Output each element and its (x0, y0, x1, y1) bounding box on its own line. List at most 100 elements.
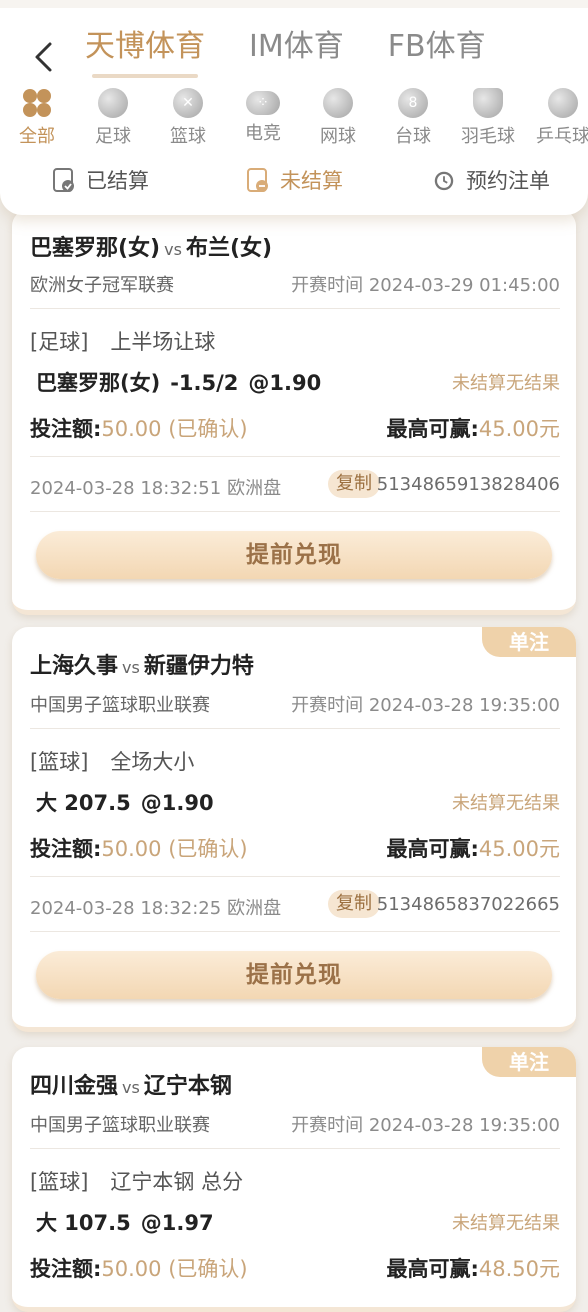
sport-label: 台球 (395, 126, 431, 147)
filter-unsettled[interactable]: 未结算 (246, 160, 343, 200)
stake: 投注额:50.00 (已确认) (30, 1253, 248, 1283)
away-team: 布兰(女) (185, 236, 273, 261)
max-win-label: 最高可赢: (386, 837, 479, 861)
pick-odds: @1.90 (140, 791, 214, 815)
settlement-filters: 已结算 未结算 预约注单 (0, 160, 588, 200)
shuttlecock-icon (473, 88, 503, 118)
start-time-value: 2024-03-29 01:45:00 (368, 275, 560, 296)
active-tab-indicator (92, 74, 198, 78)
divider (30, 931, 560, 932)
cashout-button[interactable]: 提前兑现 (36, 531, 552, 579)
divider (30, 876, 560, 877)
copy-button[interactable]: 复制 (328, 470, 380, 498)
order-id: 5134865913828406 (376, 474, 560, 495)
home-team: 巴塞罗那(女) (30, 236, 161, 261)
market-type: 辽宁本钢 总分 (110, 1170, 244, 1194)
sport-all[interactable]: 全部 (2, 88, 72, 148)
filter-settled[interactable]: 已结算 (52, 160, 149, 200)
bet-card-1: 巴塞罗那(女) vs 布兰(女) 欧洲女子冠军联赛 开赛时间 2024-03-29 … (12, 210, 576, 615)
pick-line: -1.5/2 (170, 371, 239, 395)
odds-type: 欧洲盘 (227, 478, 282, 499)
stake-value: 50.00 (已确认) (101, 417, 248, 441)
stake-label: 投注额: (30, 837, 102, 861)
platform-tabs: 天博体育 IM体育 FB体育 (85, 22, 530, 72)
tab-tianbo[interactable]: 天博体育 (85, 22, 205, 72)
sport-label: 全部 (19, 126, 55, 147)
pick: 巴塞罗那(女) -1.5/2 @1.90 (36, 367, 331, 397)
status-text: 未结算无结果 (452, 793, 560, 814)
ping-pong-icon (548, 88, 578, 118)
pick-selection: 巴塞罗那(女) (36, 371, 161, 395)
market-line: [篮球] 辽宁本钢 总分 (30, 1166, 243, 1196)
header: 天博体育 IM体育 FB体育 全部 足球 ✕ 篮球 ⁘ 电竞 网球 8 台球 羽… (0, 0, 588, 215)
tab-fb[interactable]: FB体育 (388, 22, 486, 72)
back-arrow-icon[interactable] (26, 40, 60, 74)
start-time-label: 开赛时间 (291, 275, 364, 296)
home-team: 四川金强 (30, 1074, 119, 1099)
single-bet-badge: 单注 (482, 1047, 576, 1077)
single-bet-badge: 单注 (482, 627, 576, 657)
pick-selection: 大 207.5 (36, 791, 131, 815)
sport-label: 乒乓球 (536, 126, 588, 147)
placed-meta: 2024-03-28 18:32:25 欧洲盘 (30, 894, 281, 920)
filter-label: 预约注单 (466, 169, 550, 193)
max-win-value: 48.50元 (478, 1257, 560, 1281)
odds-type: 欧洲盘 (227, 898, 282, 919)
pick: 大 207.5 @1.90 (36, 787, 224, 817)
home-team: 上海久事 (30, 654, 119, 679)
market-line: [足球] 上半场让球 (30, 326, 215, 356)
sport-label: 足球 (95, 126, 131, 147)
vs-label: vs (122, 658, 140, 677)
sport-basketball[interactable]: ✕ 篮球 (153, 88, 223, 148)
max-win-value: 45.00元 (478, 417, 560, 441)
sport-tag: [足球] (30, 330, 89, 354)
unsettled-icon (246, 167, 270, 193)
pick-odds: @1.90 (248, 371, 322, 395)
copy-button[interactable]: 复制 (328, 890, 380, 918)
start-time: 开赛时间 2024-03-29 01:45:00 (291, 271, 560, 297)
sport-label: 网球 (320, 126, 356, 147)
status-text: 未结算无结果 (452, 373, 560, 394)
start-time-value: 2024-03-28 19:35:00 (368, 695, 560, 716)
away-team: 新疆伊力特 (143, 654, 254, 679)
sport-filter-bar: 全部 足球 ✕ 篮球 ⁘ 电竞 网球 8 台球 羽毛球 乒乓球 (0, 88, 588, 150)
placed-meta: 2024-03-28 18:32:51 欧洲盘 (30, 474, 281, 500)
stake-value: 50.00 (已确认) (101, 1257, 248, 1281)
tab-im[interactable]: IM体育 (249, 22, 344, 72)
start-time-label: 开赛时间 (291, 1115, 364, 1136)
start-time-label: 开赛时间 (291, 695, 364, 716)
sport-label: 电竞 (245, 123, 281, 144)
soccer-ball-icon (98, 88, 128, 118)
sport-tennis[interactable]: 网球 (303, 88, 373, 148)
match-title: 四川金强 vs 辽宁本钢 (30, 1068, 232, 1100)
vs-label: vs (164, 240, 182, 259)
clover-icon (22, 88, 52, 118)
sport-soccer[interactable]: 足球 (78, 88, 148, 148)
stake: 投注额:50.00 (已确认) (30, 833, 248, 863)
start-time-value: 2024-03-28 19:35:00 (368, 1115, 560, 1136)
placed-time: 2024-03-28 18:32:25 (30, 898, 222, 919)
away-team: 辽宁本钢 (143, 1074, 232, 1099)
stake-label: 投注额: (30, 417, 102, 441)
market-line: [篮球] 全场大小 (30, 746, 194, 776)
sport-pingpong[interactable]: 乒乓球 (528, 88, 588, 148)
divider (30, 511, 560, 512)
pick-odds: @1.97 (140, 1211, 214, 1235)
filter-reserved[interactable]: 预约注单 (432, 160, 550, 200)
billiard-ball-icon: 8 (398, 88, 428, 118)
status-strip (0, 0, 588, 8)
sport-label: 羽毛球 (461, 126, 515, 147)
max-win-label: 最高可赢: (386, 1257, 479, 1281)
league-name: 中国男子篮球职业联赛 (30, 695, 210, 716)
divider (30, 1148, 560, 1149)
sport-badminton[interactable]: 羽毛球 (453, 88, 523, 148)
sport-esports[interactable]: ⁘ 电竞 (228, 88, 298, 145)
start-time: 开赛时间 2024-03-28 19:35:00 (291, 1111, 560, 1137)
pick-selection: 大 107.5 (36, 1211, 131, 1235)
divider (30, 308, 560, 309)
bet-card-3: 单注 四川金强 vs 辽宁本钢 中国男子篮球职业联赛 开赛时间 2024-03-28… (12, 1047, 576, 1312)
cashout-button[interactable]: 提前兑现 (36, 951, 552, 999)
sport-billiards[interactable]: 8 台球 (378, 88, 448, 148)
market-type: 上半场让球 (110, 330, 216, 354)
max-win: 最高可赢:45.00元 (386, 413, 560, 443)
